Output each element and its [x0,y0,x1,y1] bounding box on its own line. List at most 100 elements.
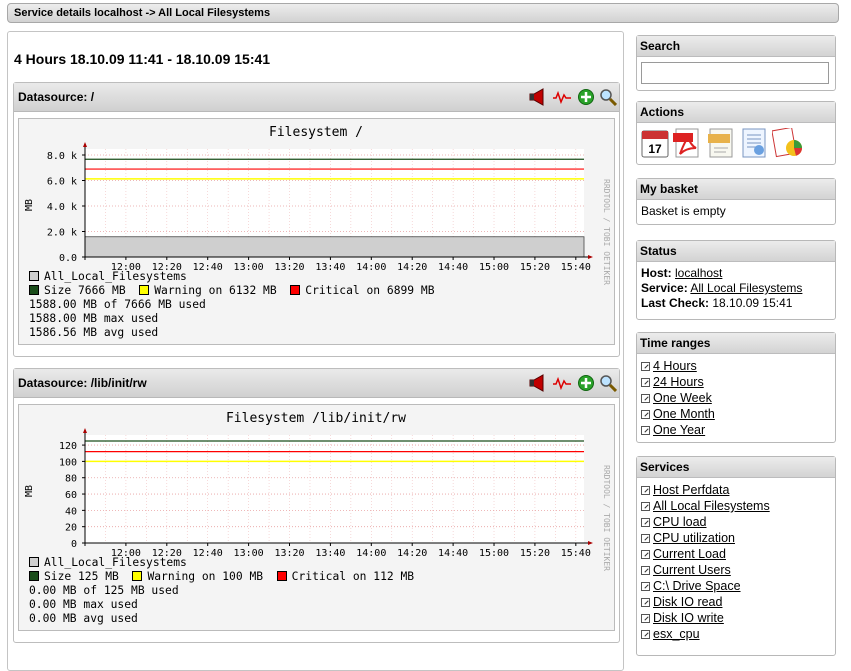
y-tick-label: 80 [65,474,77,485]
services-box: Services Host Perfdata All Local Filesys… [636,456,836,656]
legend-used: 1588.00 MB of 7666 MB used [29,298,206,311]
status-box: Status Host: localhost Service: All Loca… [636,240,836,320]
external-link-icon [641,630,650,639]
search-input[interactable] [641,62,829,84]
service-link[interactable]: All Local Filesystems [690,281,802,295]
datasource-panel: Datasource: / Filesystem / MB RRDTOOL / … [13,82,620,357]
legend-thresholds: Size 7666 MB Warning on 6132 MB Critical… [29,284,435,298]
legend-series: All_Local_Filesystems [29,556,414,570]
status-last-check: Last Check: 18.10.09 15:41 [641,296,793,310]
y-tick-label: 8.0 k [47,151,77,162]
datasource-header: Datasource: / [14,83,619,112]
critical-swatch [290,285,301,295]
host-link[interactable]: localhost [675,266,722,280]
x-tick-label: 15:00 [479,548,509,559]
warning-swatch [139,285,150,295]
time-range-item: 4 Hours [641,358,831,374]
external-link-icon [641,502,650,511]
service-item: Current Load [641,546,831,562]
external-link-icon [641,378,650,387]
critical-swatch [276,571,287,581]
x-tick-label: 15:00 [479,262,509,273]
external-link-icon [641,426,650,435]
y-axis-label: MB [24,485,35,497]
service-item: Disk IO read [641,594,831,610]
y-axis-arrow [83,142,87,147]
pdf-icon[interactable] [672,128,702,158]
megaphone-icon[interactable] [528,374,548,392]
datasource-label: Datasource: / [18,90,95,104]
legend-avg: 1586.56 MB avg used [29,326,159,339]
actions-box: Actions 17 [636,101,836,165]
time-ranges-box: Time ranges 4 Hours 24 Hours One Week On… [636,332,836,443]
service-item: All Local Filesystems [641,498,831,514]
warning-swatch [132,571,143,581]
watermark: RRDTOOL / TOBI OETIKER [602,465,611,571]
x-tick-label: 14:40 [438,262,468,273]
y-tick-label: 120 [59,441,77,452]
series-swatch [29,557,39,567]
series-area [84,236,585,258]
external-link-icon [641,534,650,543]
legend-max: 0.00 MB max used [29,598,138,611]
x-tick-label: 14:40 [438,548,468,559]
datasource-header: Datasource: /lib/init/rw [14,369,619,398]
external-link-icon [641,566,650,575]
external-link-icon [641,486,650,495]
x-tick-label: 15:40 [561,262,591,273]
service-item: CPU load [641,514,831,530]
y-axis-label: MB [24,199,35,211]
x-tick-label: 15:40 [561,548,591,559]
page-title: Service details localhost -> All Local F… [14,7,271,19]
legend-used: 0.00 MB of 125 MB used [29,584,179,597]
service-item: C:\ Drive Space [641,578,831,594]
megaphone-icon[interactable] [528,88,548,106]
x-axis-arrow [588,541,593,545]
svg-text:17: 17 [648,142,662,156]
status-host: Host: localhost [641,266,723,280]
y-tick-label: 60 [65,490,77,501]
services-title: Services [637,457,835,478]
chart-title: Filesystem / [269,125,363,140]
add-icon[interactable] [577,88,595,106]
external-link-icon [641,410,650,419]
search-title: Search [637,36,835,57]
time-range-item: One Year [641,422,831,438]
page-header: Service details localhost -> All Local F… [7,3,839,23]
service-item: Host Perfdata [641,482,831,498]
external-link-icon [641,598,650,607]
chart-icon[interactable] [771,126,804,158]
report-icon[interactable] [739,128,769,158]
search-box: Search [636,35,836,91]
actions-title: Actions [637,102,835,123]
service-item: CPU utilization [641,530,831,546]
datasource-label: Datasource: /lib/init/rw [18,376,147,390]
basket-text: Basket is empty [641,204,726,218]
service-item: Disk IO write [641,610,831,626]
add-icon[interactable] [577,374,595,392]
graph-line-icon[interactable] [552,88,572,106]
y-tick-label: 20 [65,523,77,534]
time-range-item: One Month [641,406,831,422]
graph-legend: All_Local_Filesystems Size 125 MB Warnin… [29,556,414,626]
watermark: RRDTOOL / TOBI OETIKER [602,179,611,285]
graph-legend: All_Local_Filesystems Size 7666 MB Warni… [29,270,435,340]
zoom-icon[interactable] [599,88,617,106]
x-tick-label: 15:20 [520,262,550,273]
main-content: 4 Hours 18.10.09 11:41 - 18.10.09 15:41 … [7,31,624,671]
x-tick-label: 15:20 [520,548,550,559]
y-tick-label: 100 [59,457,77,468]
time-range-item: 24 Hours [641,374,831,390]
time-range-title: 4 Hours 18.10.09 11:41 - 18.10.09 15:41 [14,51,271,67]
datasource-toolbar [527,374,617,392]
external-link-icon [641,550,650,559]
calendar-icon[interactable]: 17 [641,128,669,158]
chart-title: Filesystem /lib/init/rw [226,411,406,426]
external-link-icon [641,362,650,371]
y-tick-label: 2.0 k [47,228,77,239]
external-link-icon [641,614,650,623]
zoom-icon[interactable] [599,374,617,392]
series-swatch [29,271,39,281]
graph-line-icon[interactable] [552,374,572,392]
xml-icon[interactable] [706,128,736,158]
